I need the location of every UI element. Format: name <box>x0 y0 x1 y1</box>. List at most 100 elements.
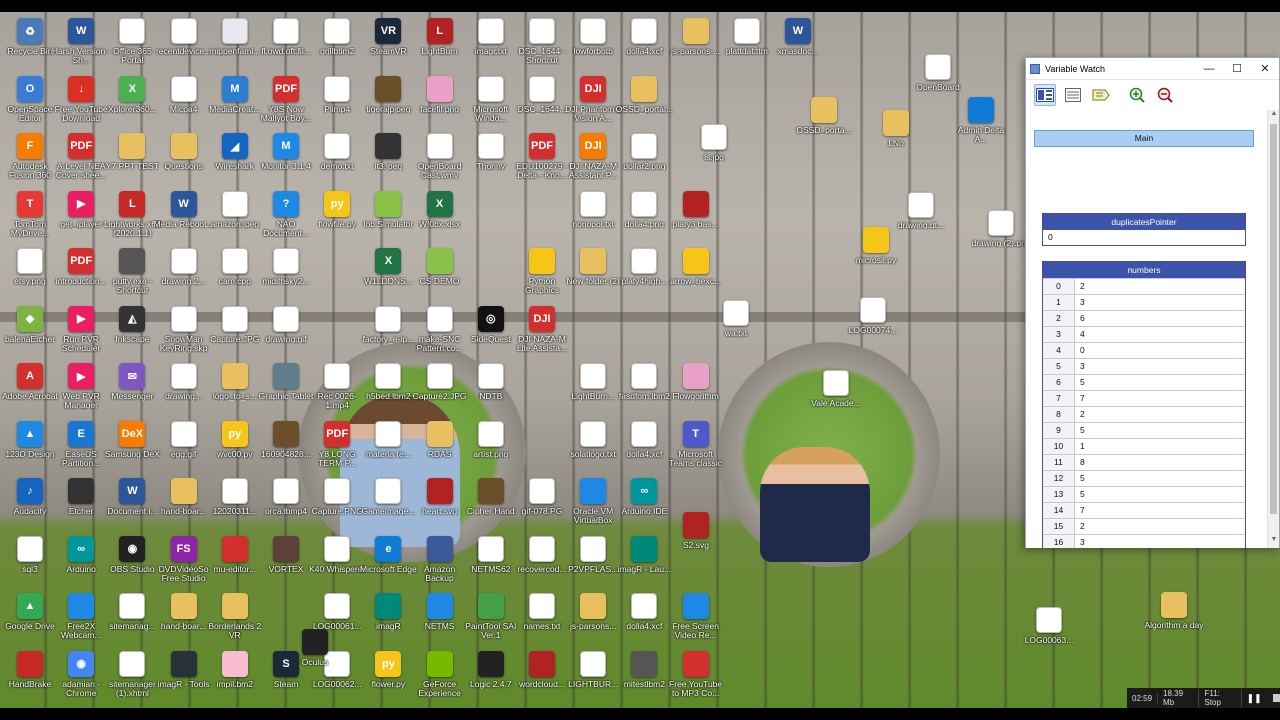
desktop-icon[interactable]: Cipher Hand <box>463 476 519 532</box>
desktop-icon[interactable]: sitemanag... <box>104 591 160 647</box>
desktop-icon[interactable]: imagr.txt <box>463 16 519 72</box>
desktop-icon[interactable]: GameImage... <box>360 476 416 532</box>
desktop-icon[interactable]: Microsoft Windo... <box>463 74 519 130</box>
desktop-icon[interactable]: etsy.png <box>2 246 58 302</box>
desktop-icon[interactable]: nonopol.txt <box>565 189 621 245</box>
desktop-icon[interactable]: RDAS <box>412 419 468 475</box>
desktop-icon[interactable]: NDTB <box>463 361 519 417</box>
split-view-icon[interactable] <box>1034 84 1056 106</box>
desktop-icon[interactable]: impil.bm2 <box>207 649 263 705</box>
desktop-icon[interactable]: Mlcpa4 <box>156 74 212 130</box>
desktop-icon[interactable]: py wvc00.py <box>207 419 263 475</box>
desktop-icon[interactable]: ▶ get_iplayer <box>53 189 109 245</box>
desktop-icon[interactable]: F Autodesk Fusion 360 <box>2 131 58 187</box>
desktop-icon[interactable]: make-SNC Pattern.co... <box>412 304 468 360</box>
desktop-icon[interactable]: drawing (2).png <box>971 208 1031 264</box>
desktop-icon[interactable]: factory_e-ip... <box>360 304 416 360</box>
desktop-icon[interactable]: ▶ Run PVR Scheduler <box>53 304 109 360</box>
desktop-icon[interactable]: Y7 PPT TEST <box>104 131 160 187</box>
desktop-icon[interactable]: mitestlbm2 <box>616 649 672 705</box>
desktop-icon[interactable]: W Media Reboot... <box>154 189 214 245</box>
desktop-icon[interactable]: Flowgorithm <box>668 361 724 417</box>
desktop-icon[interactable]: js-parsons-... <box>668 16 724 72</box>
desktop-icon[interactable]: ▲ Google Drive <box>2 591 58 647</box>
desktop-icon[interactable]: T Microsoft Teams classic <box>668 419 724 475</box>
desktop-icon[interactable]: X W!0bx.xlsx <box>412 189 468 245</box>
desktop-icon[interactable]: HandBrake <box>2 649 58 705</box>
desktop-icon[interactable]: Questions <box>156 131 212 187</box>
desktop-icon[interactable]: FS DVDVideoSo Free Studio <box>156 534 212 590</box>
desktop-icon[interactable]: imagR - Tools <box>156 649 212 705</box>
desktop-icon[interactable]: LOG00074... <box>845 295 901 351</box>
desktop-icon[interactable]: W Document i... <box>104 476 160 532</box>
desktop-icon[interactable]: microsil.py <box>848 225 904 281</box>
desktop-icon[interactable]: SnowMan KeyRing.skp <box>156 304 212 360</box>
desktop-icon[interactable]: M Monitor 3.1.4 <box>258 131 314 187</box>
desktop-icon[interactable]: ∞ Arduino IDE <box>616 476 672 532</box>
desktop-icon[interactable]: fl.owd.oft.fil... <box>258 16 314 72</box>
desktop-icon[interactable]: py flowfile.py <box>309 189 365 245</box>
main-scope-bar[interactable]: Main <box>1034 130 1254 147</box>
desktop-icon[interactable]: facefil.png <box>412 74 468 130</box>
scrollbar-thumb[interactable] <box>1270 124 1277 514</box>
close-button[interactable]: ✕ <box>1251 62 1279 75</box>
desktop-icon[interactable]: ls.jpg <box>686 122 742 178</box>
desktop-icon[interactable]: PDF Y8S Now Mallyot Boy... <box>258 74 314 130</box>
desktop-icon[interactable]: Oculus <box>287 627 343 683</box>
list-view-icon[interactable] <box>1062 84 1084 106</box>
desktop-icon[interactable]: orca.lbmp4 <box>258 476 314 532</box>
desktop-icon[interactable]: Admin Delta A... <box>953 95 1009 151</box>
desktop-icon[interactable]: ♪ Audacity <box>2 476 58 532</box>
desktop-icon[interactable]: imagR <box>360 591 416 647</box>
desktop-icon[interactable]: midithsky2... <box>258 246 314 302</box>
desktop-icon[interactable]: h5bed.lbm2 <box>360 361 416 417</box>
desktop-icon[interactable]: LNo <box>868 108 924 164</box>
desktop-icon[interactable]: VR SteamVR <box>360 16 416 72</box>
desktop-icon[interactable]: DSC_1644 - Shortcut <box>514 16 570 72</box>
desktop-icon[interactable]: Vale Acade... <box>808 368 864 424</box>
desktop-icon[interactable]: arrow_hexc... <box>668 246 724 302</box>
desktop-icon[interactable]: plattdat.ttm <box>719 16 775 72</box>
desktop-icon[interactable]: ? NAO Document... <box>258 189 314 245</box>
desktop-icon[interactable]: Amazon Backup <box>412 534 468 590</box>
desktop-icon[interactable]: ◎ SideQuest <box>463 304 519 360</box>
desktop-icon[interactable]: drawing.gif <box>258 304 314 360</box>
desktop-icon[interactable]: dolla4.xcf <box>616 591 672 647</box>
desktop-icon[interactable]: hand-boar... <box>156 476 212 532</box>
desktop-icon[interactable]: Thonny <box>463 131 519 187</box>
tag-view-icon[interactable] <box>1090 84 1112 106</box>
desktop-icon[interactable]: Rec 0026-1.mp4 <box>309 361 365 417</box>
desktop-icon[interactable]: ◢ Wireshark <box>207 131 263 187</box>
desktop-icon[interactable]: PaintTool SAI Ver.1 <box>463 591 519 647</box>
desktop-icon[interactable]: Oracle VM VirtualBox <box>565 476 621 532</box>
desktop-icon[interactable]: New folder (2) <box>565 246 621 302</box>
desktop-icon[interactable]: Plimp4 <box>309 74 365 130</box>
zoom-out-icon[interactable] <box>1154 84 1176 106</box>
desktop-icon[interactable]: wa.txt <box>708 298 764 354</box>
vertical-scrollbar[interactable]: ▲ ▼ <box>1267 110 1279 548</box>
desktop-icon[interactable]: drawing... <box>156 361 212 417</box>
desktop-icon[interactable]: Free Screen Video Re... <box>668 591 724 647</box>
pause-icon[interactable]: ❚❚ <box>1242 693 1267 704</box>
desktop-icon[interactable]: DJI DJI NAZA-M Assistant P... <box>565 131 621 187</box>
desktop-icon[interactable]: dolla4.xcf <box>616 16 672 72</box>
desktop-icon[interactable]: Python Graphics <box>514 246 570 302</box>
desktop-icon[interactable]: imagR - Lau... <box>616 534 672 590</box>
desktop-icon[interactable]: cam.cpp <box>207 246 263 302</box>
desktop-icon[interactable]: Free2X Webcam... <box>53 591 109 647</box>
desktop-icon[interactable]: egg.gif <box>156 419 212 475</box>
desktop-icon[interactable]: ◉ adamian - Chrome <box>53 649 109 705</box>
desktop-icon[interactable]: names.txt <box>514 591 570 647</box>
window-titlebar[interactable]: Variable Watch — ☐ ✕ <box>1026 58 1279 80</box>
desktop-icon[interactable]: NETMS <box>412 591 468 647</box>
desktop-icon[interactable]: Etcher <box>53 476 109 532</box>
maximize-button[interactable]: ☐ <box>1223 62 1251 75</box>
desktop-icon[interactable]: putty.exe - Shortcut <box>104 246 160 302</box>
zoom-in-icon[interactable] <box>1126 84 1148 106</box>
desktop-icon[interactable]: gif-078.PG <box>514 476 570 532</box>
desktop-icon[interactable]: DSC_1644... <box>514 74 570 130</box>
desktop-icon[interactable]: W Harsh Version - Sh... <box>52 16 110 72</box>
desktop-icon[interactable]: GeForce Experience <box>412 649 468 705</box>
desktop-icon[interactable]: L LightBurn <box>412 16 468 72</box>
desktop-icon[interactable]: mu-editor... <box>207 534 263 590</box>
